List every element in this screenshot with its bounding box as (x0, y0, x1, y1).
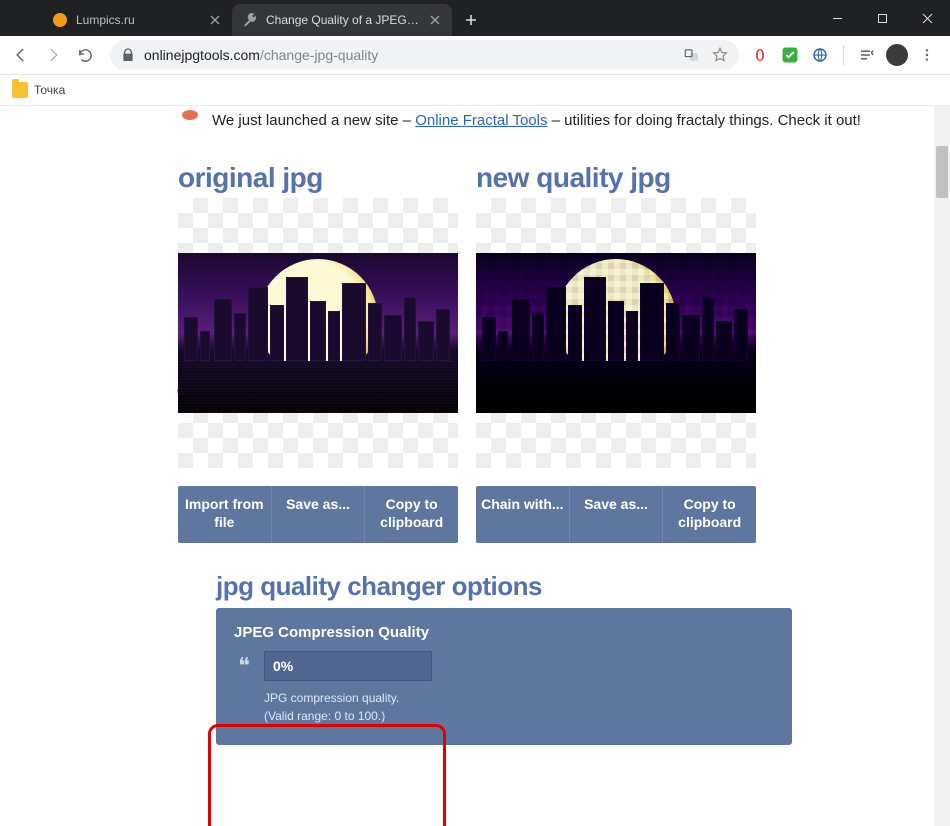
import-from-file-button[interactable]: Import from file (178, 486, 272, 543)
panel-title-original: original jpg (178, 162, 458, 194)
quality-desc-1: JPG compression quality. (264, 691, 399, 705)
ext-opera-icon[interactable] (749, 44, 771, 66)
browser-toolbar: onlinejpgtools.com/change-jpg-quality (0, 36, 950, 75)
back-button[interactable] (6, 40, 36, 70)
chrome-menu-icon[interactable] (916, 44, 938, 66)
reload-button[interactable] (70, 40, 100, 70)
tab-onlinejpgtools[interactable]: Change Quality of a JPEG - Onlin (232, 4, 452, 36)
profile-avatar[interactable] (886, 44, 908, 66)
compression-quality-heading: JPEG Compression Quality (234, 624, 774, 641)
bookmark-star-icon[interactable] (709, 44, 731, 66)
copy-clipboard-button-left[interactable]: Copy to clipboard (365, 486, 458, 543)
tab-title: Lumpics.ru (76, 13, 202, 27)
tab-lumpics[interactable]: Lumpics.ru (42, 4, 232, 36)
reading-list-icon[interactable] (856, 44, 878, 66)
new-tab-button[interactable] (458, 7, 484, 33)
favicon-lumpics (52, 12, 68, 28)
bookmarks-bar: Точка (0, 75, 950, 106)
original-buttons: Import from file Save as... Copy to clip… (178, 486, 458, 543)
address-bar[interactable]: onlinejpgtools.com/change-jpg-quality (110, 40, 739, 70)
crab-icon (178, 106, 202, 128)
scrollbar[interactable] (934, 106, 950, 826)
promo-prefix: We just launched a new site – (212, 112, 415, 129)
ext-globe-icon[interactable] (809, 44, 831, 66)
url-path: /change-jpg-quality (260, 47, 378, 63)
url-host: onlinejpgtools.com (144, 47, 260, 63)
close-icon[interactable] (208, 13, 222, 27)
window-close[interactable] (905, 0, 950, 36)
original-image (178, 253, 458, 413)
new-image-area[interactable] (476, 198, 756, 468)
close-icon[interactable] (428, 13, 442, 27)
panel-title-new: new quality jpg (476, 162, 756, 194)
titlebar: Lumpics.ru Change Quality of a JPEG - On… (0, 0, 950, 36)
window-minimize[interactable] (815, 0, 860, 36)
compression-quality-box: JPEG Compression Quality ❝ JPG compressi… (216, 608, 792, 745)
promo-link[interactable]: Online Fractal Tools (415, 112, 547, 129)
window-controls (815, 0, 950, 36)
extension-icons (749, 44, 938, 66)
quote-icon: ❝ (234, 653, 254, 679)
quality-input[interactable] (264, 651, 432, 681)
favicon-wrench (242, 12, 258, 28)
translate-icon[interactable] (681, 44, 703, 66)
panel-original: original jpg (178, 162, 458, 543)
save-as-button-right[interactable]: Save as... (570, 486, 664, 543)
copy-clipboard-button-right[interactable]: Copy to clipboard (663, 486, 756, 543)
new-buttons: Chain with... Save as... Copy to clipboa… (476, 486, 756, 543)
folder-icon (12, 82, 28, 98)
bookmark-folder-label[interactable]: Точка (34, 83, 65, 97)
scrollbar-thumb[interactable] (936, 146, 948, 198)
new-image (476, 253, 756, 413)
save-as-button-left[interactable]: Save as... (272, 486, 366, 543)
quality-desc-2: (Valid range: 0 to 100.) (264, 709, 385, 723)
original-image-area[interactable] (178, 198, 458, 468)
panel-new-quality: new quality jpg (476, 162, 756, 543)
tab-strip: Lumpics.ru Change Quality of a JPEG - On… (42, 0, 815, 36)
window-maximize[interactable] (860, 0, 905, 36)
options-title: jpg quality changer options (216, 571, 950, 602)
promo-suffix: – utilities for doing fractaly things. C… (547, 112, 860, 129)
tab-title: Change Quality of a JPEG - Onlin (266, 13, 422, 27)
viewport: We just launched a new site – Online Fra… (0, 106, 950, 826)
chain-with-button[interactable]: Chain with... (476, 486, 570, 543)
promo-banner: We just launched a new site – Online Fra… (178, 110, 950, 134)
ext-check-icon[interactable] (779, 44, 801, 66)
forward-button[interactable] (38, 40, 68, 70)
omnibox-icons (681, 44, 731, 66)
lock-icon (120, 47, 136, 63)
